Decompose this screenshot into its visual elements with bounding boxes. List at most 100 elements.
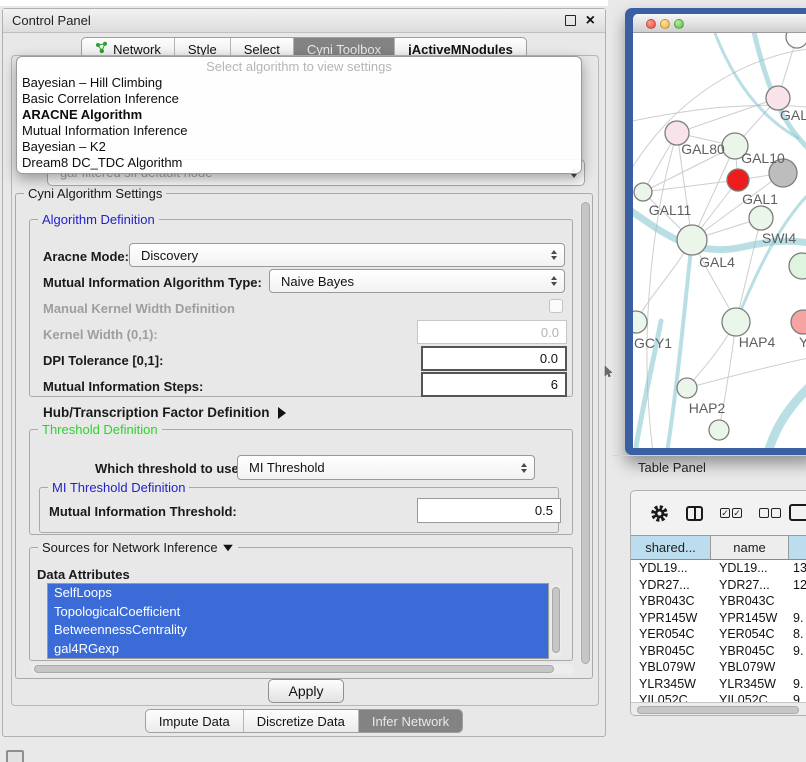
apply-button[interactable]: Apply	[268, 679, 344, 703]
combo-stepper-icon	[551, 250, 564, 260]
algorithm-option-mutual-information-inference[interactable]: Mutual Information Inference	[17, 123, 581, 139]
table-row[interactable]: YBR045CYBR045C9.	[631, 643, 806, 660]
bottom-tab-bar: Impute Data Discretize Data Infer Network	[145, 709, 463, 733]
algorithm-option-aracne-algorithm[interactable]: ARACNE Algorithm	[17, 107, 581, 123]
mi-algorithm-type-combo[interactable]: Naive Bayes	[269, 269, 565, 293]
close-icon[interactable]: ×	[586, 15, 595, 27]
node-right-green[interactable]	[789, 253, 806, 279]
split-columns-icon[interactable]	[686, 506, 703, 521]
algorithm-option-bayesian-k2[interactable]: Bayesian – K2	[17, 139, 581, 155]
attribute-item-gal4rgexp[interactable]: gal4RGexp	[48, 640, 548, 659]
node-gal1[interactable]	[749, 206, 773, 230]
collapse-arrow-icon	[223, 544, 233, 550]
table-cell: YBR045C	[711, 644, 789, 658]
column-header-name[interactable]: name	[711, 536, 789, 559]
application-window: Control Panel × NetworkStyleSelectCyni T…	[0, 0, 806, 762]
settings-gear-icon[interactable]	[650, 504, 669, 523]
sources-title[interactable]: Sources for Network Inference	[38, 540, 238, 555]
unchecked-box-icon	[759, 508, 769, 518]
minimize-traffic-light-icon[interactable]	[660, 19, 670, 29]
mi-steps-label: Mutual Information Steps:	[43, 379, 203, 394]
node-bottom-partial[interactable]	[709, 420, 729, 440]
which-threshold-combo[interactable]: MI Threshold	[237, 455, 535, 480]
node-gal4[interactable]	[677, 225, 707, 255]
close-traffic-light-icon[interactable]	[646, 19, 656, 29]
table-panel: ✓ ✓ shared...nameA YDL19...YDL19...13YDR…	[630, 490, 806, 716]
partial-column-icon[interactable]	[789, 504, 806, 521]
node-gal11-label: GAL11	[649, 202, 692, 218]
node-gal-top-label: GAL	[780, 107, 806, 123]
table-row[interactable]: YLR345WYLR345W9.	[631, 676, 806, 693]
node-gal11[interactable]	[634, 183, 652, 201]
threshold-definition-title: Threshold Definition	[38, 422, 162, 437]
bottom-tab-row: Impute Data Discretize Data Infer Network	[3, 709, 605, 733]
table-row[interactable]: YER054CYER054C8.	[631, 626, 806, 643]
table-row[interactable]: YIL052CYIL052C9.	[631, 692, 806, 702]
tab-label: Discretize Data	[257, 714, 345, 729]
table-header-row: shared...nameA	[631, 535, 806, 560]
table-horizontal-scrollbar[interactable]	[631, 702, 806, 715]
attribute-item-topologicalcoefficient[interactable]: TopologicalCoefficient	[48, 603, 548, 622]
table-cell: YER054C	[711, 627, 789, 641]
unselect-all-columns-icon[interactable]	[759, 508, 781, 518]
data-attributes-list[interactable]: SelfLoopsTopologicalCoefficientBetweenne…	[47, 583, 549, 659]
table-cell: 8.	[789, 627, 806, 641]
table-row[interactable]: YPR145WYPR145W9.	[631, 610, 806, 627]
node-hap4[interactable]	[722, 308, 750, 336]
attribute-item-betweennesscentrality[interactable]: BetweennessCentrality	[48, 621, 548, 640]
select-all-columns-icon[interactable]: ✓ ✓	[720, 508, 742, 518]
node-top-partial[interactable]	[786, 33, 806, 48]
table-row[interactable]: YDL19...YDL19...13	[631, 560, 806, 577]
bottom-tab-impute-data[interactable]: Impute Data	[146, 710, 244, 732]
node-hap2-label: HAP2	[689, 400, 726, 416]
table-cell: 13	[789, 561, 806, 575]
cyni-algorithm-settings-title: Cyni Algorithm Settings	[24, 186, 166, 201]
node-red[interactable]	[727, 169, 749, 191]
bottom-tab-discretize-data[interactable]: Discretize Data	[244, 710, 359, 732]
attributes-scrollbar[interactable]	[551, 585, 561, 657]
aracne-mode-combo[interactable]: Discovery	[129, 243, 565, 267]
manual-kernel-checkbox[interactable]	[549, 299, 563, 313]
algorithm-option-basic-correlation-inference[interactable]: Basic Correlation Inference	[17, 91, 581, 107]
hub-definition-toggle[interactable]: Hub/Transcription Factor Definition	[43, 405, 286, 420]
dpi-tolerance-value: 0.0	[540, 351, 558, 366]
panel-divider	[612, 455, 806, 456]
table-row[interactable]: YBR043CYBR043C	[631, 593, 806, 610]
table-cell: YDR27...	[631, 578, 711, 592]
node-gal10-label: GAL10	[741, 150, 785, 166]
table-cell: YBR043C	[631, 594, 711, 608]
mi-threshold-label: Mutual Information Threshold:	[49, 504, 237, 519]
zoom-traffic-light-icon[interactable]	[674, 19, 684, 29]
kernel-width-field[interactable]: 0.0	[417, 320, 567, 344]
node-pink-right[interactable]	[791, 310, 806, 334]
column-header-shared[interactable]: shared...	[631, 536, 711, 559]
attribute-item-selfloops[interactable]: SelfLoops	[48, 584, 548, 603]
table-cell: 12	[789, 578, 806, 592]
mi-algorithm-type-value: Naive Bayes	[281, 274, 354, 289]
mi-steps-field[interactable]: 6	[421, 372, 567, 397]
settings-horizontal-scrollbar[interactable]	[31, 664, 575, 674]
dock-mini-icon[interactable]	[6, 750, 24, 762]
column-header-a[interactable]: A	[789, 536, 806, 559]
checked-box-icon: ✓	[720, 508, 730, 518]
table-cell: YLR345W	[631, 677, 711, 691]
table-cell: 9.	[789, 644, 806, 658]
dpi-tolerance-field[interactable]: 0.0	[421, 346, 567, 371]
control-panel-title: Control Panel	[3, 13, 91, 28]
node-hap2[interactable]	[677, 378, 697, 398]
dpi-tolerance-label: DPI Tolerance [0,1]:	[43, 353, 163, 368]
float-icon[interactable]	[565, 15, 576, 26]
mi-threshold-field[interactable]: 0.5	[417, 498, 561, 523]
table-row[interactable]: YBL079WYBL079W	[631, 659, 806, 676]
network-canvas[interactable]: GALGAL80GAL10GAL11GAL1SWI4GAL4GCY1HAP4YH…	[633, 33, 806, 448]
node-gcy1[interactable]	[633, 311, 647, 333]
combo-stepper-icon	[521, 463, 534, 473]
table-row[interactable]: YDR27...YDR27...12	[631, 577, 806, 594]
bottom-tab-infer-network[interactable]: Infer Network	[359, 710, 462, 732]
settings-vertical-scrollbar[interactable]	[580, 201, 591, 665]
tab-label: Impute Data	[159, 714, 230, 729]
algorithm-option-dream8-dc-tdc-algorithm[interactable]: Dream8 DC_TDC Algorithm	[17, 155, 581, 171]
node-gal1-label: GAL1	[742, 191, 778, 207]
algorithm-option-bayesian-hill-climbing[interactable]: Bayesian – Hill Climbing	[17, 75, 581, 91]
table-cell: YDR27...	[711, 578, 789, 592]
